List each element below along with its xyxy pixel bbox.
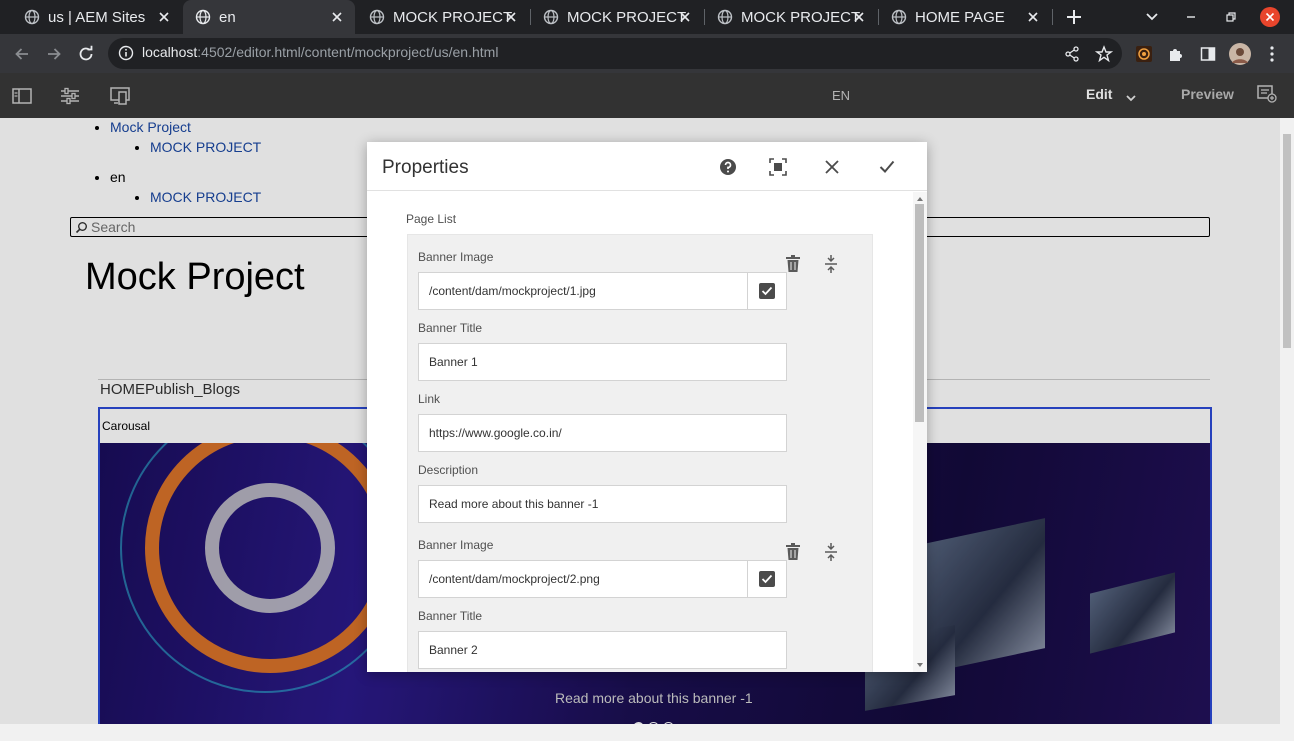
- scroll-up-arrow-icon: [917, 197, 923, 201]
- site-info-icon[interactable]: [118, 45, 134, 66]
- url-path: :4502/editor.html/content/mockproject/us…: [197, 44, 499, 60]
- extensions-puzzle-icon[interactable]: [1165, 43, 1187, 65]
- checkbox-icon: [759, 571, 775, 587]
- window-close-icon[interactable]: [1260, 7, 1280, 27]
- globe-icon: [543, 9, 559, 25]
- link-label: Link: [418, 392, 441, 406]
- link-field[interactable]: https://www.google.co.in/: [418, 414, 787, 452]
- close-icon[interactable]: [677, 9, 693, 25]
- address-bar-row: localhost:4502/editor.html/content/mockp…: [0, 34, 1294, 73]
- tab-label: MOCK PROJECT: [741, 8, 861, 26]
- tab-search-chevron-icon[interactable]: [1142, 7, 1162, 27]
- banner-image-label: Banner Image: [418, 538, 494, 552]
- tab-separator: [1052, 9, 1053, 25]
- preview-button[interactable]: Preview: [1181, 86, 1234, 102]
- url-host: localhost: [142, 44, 198, 60]
- bookmark-star-icon[interactable]: [1093, 43, 1115, 65]
- tab-label: MOCK PROJECT: [567, 8, 687, 26]
- path-picker-button[interactable]: [747, 560, 787, 598]
- dialog-body: Page List Banner Image /content/dam/mock…: [367, 192, 913, 672]
- fieldset-label: Page List: [406, 212, 457, 226]
- delete-trash-icon[interactable]: [783, 541, 803, 563]
- profile-avatar[interactable]: [1229, 43, 1251, 65]
- url-field[interactable]: localhost:4502/editor.html/content/mockp…: [108, 38, 1122, 69]
- tab-label: MOCK PROJECT: [393, 8, 513, 26]
- done-check-icon[interactable]: [875, 155, 899, 179]
- url-text: localhost:4502/editor.html/content/mockp…: [142, 44, 498, 60]
- tab-aem-sites[interactable]: us | AEM Sites: [12, 0, 182, 34]
- reorder-handle-icon[interactable]: [821, 253, 841, 275]
- aem-extension-icon[interactable]: [1133, 43, 1155, 65]
- globe-icon: [369, 9, 385, 25]
- description-field[interactable]: Read more about this banner -1: [418, 485, 787, 523]
- forward-icon[interactable]: [43, 43, 65, 65]
- annotations-icon[interactable]: [1257, 85, 1277, 108]
- page-scrollbar-horizontal[interactable]: [0, 724, 1294, 741]
- close-icon[interactable]: [851, 9, 867, 25]
- new-tab-icon[interactable]: [1064, 7, 1084, 27]
- page-list-multifield: Banner Image /content/dam/mockproject/1.…: [407, 234, 873, 672]
- close-icon[interactable]: [1025, 9, 1041, 25]
- page-title-indicator: EN: [831, 88, 851, 103]
- tab-en[interactable]: en: [183, 0, 355, 34]
- help-icon[interactable]: [716, 155, 740, 179]
- close-icon[interactable]: [820, 155, 844, 179]
- globe-icon: [24, 9, 40, 25]
- reorder-handle-icon[interactable]: [821, 541, 841, 563]
- tab-label: en: [219, 8, 236, 26]
- reload-icon[interactable]: [75, 43, 97, 65]
- page-properties-sliders-icon[interactable]: [59, 85, 81, 107]
- side-panel-toggle-icon[interactable]: [11, 85, 33, 107]
- delete-trash-icon[interactable]: [783, 253, 803, 275]
- banner-image-label: Banner Image: [418, 250, 494, 264]
- banner-title-label: Banner Title: [418, 609, 483, 623]
- scroll-thumb[interactable]: [915, 204, 924, 422]
- browser-tab-bar: us | AEM Sites en MOCK PROJECT MOCK PROJ…: [0, 0, 1294, 34]
- banner-title-field[interactable]: Banner 1: [418, 343, 787, 381]
- dialog-header: Properties: [367, 142, 927, 191]
- minimize-icon[interactable]: [1181, 7, 1201, 27]
- fullscreen-icon[interactable]: [766, 155, 790, 179]
- tab-mock-project-2[interactable]: MOCK PROJECT: [531, 0, 703, 34]
- tab-mock-project-3[interactable]: MOCK PROJECT: [705, 0, 877, 34]
- back-icon[interactable]: [11, 43, 33, 65]
- close-icon[interactable]: [503, 9, 519, 25]
- close-icon[interactable]: [329, 9, 345, 25]
- emulator-device-icon[interactable]: [109, 85, 131, 107]
- properties-dialog: Properties Page List Banner Image /conte…: [367, 142, 927, 672]
- banner-image-field[interactable]: /content/dam/mockproject/2.png: [418, 560, 748, 598]
- side-panel-icon[interactable]: [1197, 43, 1219, 65]
- globe-icon: [717, 9, 733, 25]
- globe-icon: [195, 9, 211, 25]
- tab-label: us | AEM Sites: [48, 8, 146, 26]
- scroll-thumb[interactable]: [1283, 134, 1291, 348]
- dialog-title: Properties: [382, 157, 469, 178]
- mode-selector[interactable]: Edit: [1086, 86, 1112, 102]
- banner-image-field[interactable]: /content/dam/mockproject/1.jpg: [418, 272, 748, 310]
- dialog-scrollbar[interactable]: [913, 192, 927, 672]
- banner-title-field[interactable]: Banner 2: [418, 631, 787, 669]
- banner-title-label: Banner Title: [418, 321, 483, 335]
- chevron-down-icon[interactable]: [1125, 89, 1137, 107]
- tab-mock-project-1[interactable]: MOCK PROJECT: [357, 0, 529, 34]
- checkbox-icon: [759, 283, 775, 299]
- tab-label: HOME PAGE: [915, 8, 1005, 26]
- close-icon[interactable]: [156, 9, 172, 25]
- description-label: Description: [418, 463, 479, 477]
- aem-editor-toolbar: EN Edit Preview: [0, 73, 1294, 118]
- share-icon[interactable]: [1061, 43, 1083, 65]
- scroll-down-arrow-icon: [917, 663, 923, 667]
- page-scrollbar-vertical[interactable]: [1280, 118, 1294, 724]
- restore-icon[interactable]: [1221, 7, 1241, 27]
- path-picker-button[interactable]: [747, 272, 787, 310]
- globe-icon: [891, 9, 907, 25]
- tab-home-page[interactable]: HOME PAGE: [879, 0, 1051, 34]
- browser-menu-icon[interactable]: [1261, 43, 1283, 65]
